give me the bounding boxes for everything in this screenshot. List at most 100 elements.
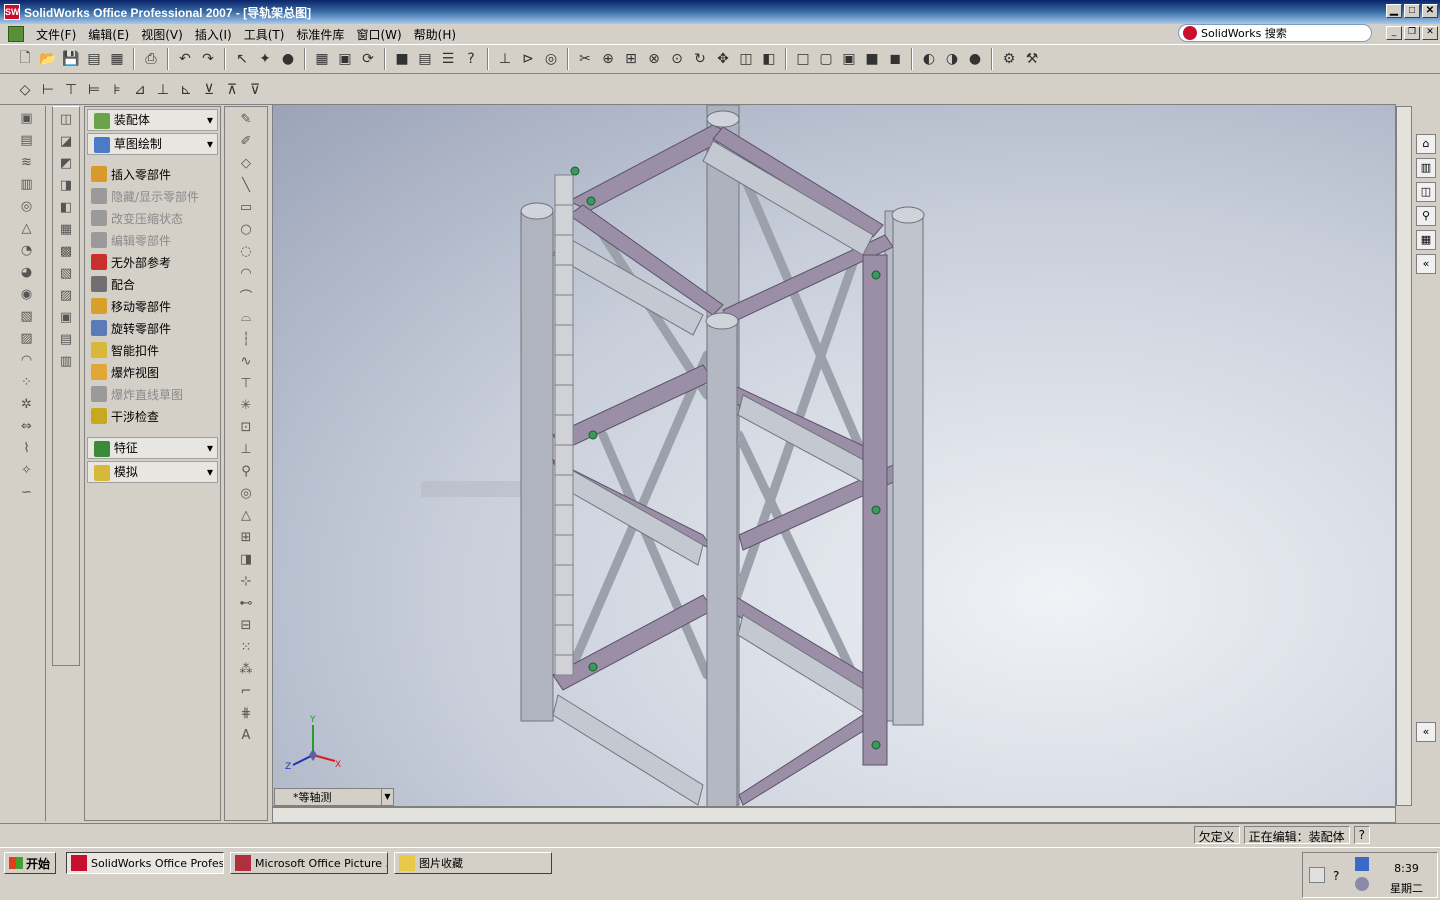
- options-icon[interactable]: ▣: [334, 48, 356, 70]
- ordinate-dimension-icon[interactable]: ⊧: [106, 79, 128, 101]
- feature-icon[interactable]: ⚒: [1021, 48, 1043, 70]
- mirror-entities-icon[interactable]: ◨: [235, 549, 257, 569]
- redo-icon[interactable]: ↷: [197, 48, 219, 70]
- shadows-icon[interactable]: ◐: [918, 48, 940, 70]
- document-icon[interactable]: [8, 26, 24, 42]
- taskbar-item-solidworks[interactable]: SolidWorks Office Profes...: [66, 852, 224, 874]
- move-entities-icon[interactable]: ⊹: [235, 571, 257, 591]
- line-icon[interactable]: ╲: [235, 175, 257, 195]
- surface-icon[interactable]: ◨: [55, 175, 77, 195]
- menu-edit[interactable]: 编辑(E): [82, 26, 135, 43]
- wireframe-icon[interactable]: □: [792, 48, 814, 70]
- close-button[interactable]: ✕: [1422, 4, 1438, 18]
- keyboard-icon[interactable]: [1309, 867, 1325, 883]
- wrap-icon[interactable]: ▨: [16, 328, 38, 348]
- menu-standard-library[interactable]: 标准件库: [290, 26, 350, 43]
- chevron-down-icon[interactable]: ▼: [381, 789, 393, 805]
- extend-icon[interactable]: ⊞: [235, 527, 257, 547]
- view-orientation-icon[interactable]: ◫: [735, 48, 757, 70]
- construction-geometry-icon[interactable]: ⋕: [235, 703, 257, 723]
- three-point-arc-icon[interactable]: ⌓: [235, 307, 257, 327]
- shell-icon[interactable]: ◉: [16, 284, 38, 304]
- design-library-icon[interactable]: ▥: [1416, 158, 1436, 178]
- rectangle-icon[interactable]: ▭: [235, 197, 257, 217]
- reference-geometry-icon[interactable]: ✧: [16, 460, 38, 480]
- smart-dimension-icon[interactable]: ◇: [14, 79, 36, 101]
- chamfer-icon[interactable]: ◕: [16, 262, 38, 282]
- 3d-sketch-icon[interactable]: ✐: [235, 131, 257, 151]
- sweep-icon[interactable]: ≋: [16, 152, 38, 172]
- fully-define-icon[interactable]: ⊾: [175, 79, 197, 101]
- command-item[interactable]: 隐藏/显示零部件: [85, 185, 220, 207]
- properties-icon[interactable]: ☰: [437, 48, 459, 70]
- features-tab[interactable]: 特征 ▾: [87, 437, 218, 459]
- search-icon[interactable]: [1183, 26, 1197, 40]
- spline-icon[interactable]: ∿: [235, 351, 257, 371]
- traffic-light-icon[interactable]: ●: [277, 48, 299, 70]
- baseline-dimension-icon[interactable]: ⊨: [83, 79, 105, 101]
- print-preview-icon[interactable]: ▤: [83, 48, 105, 70]
- zoom-area-icon[interactable]: ⊞: [620, 48, 642, 70]
- section-view-icon[interactable]: ✂: [574, 48, 596, 70]
- trim-icon[interactable]: △: [235, 505, 257, 525]
- command-item[interactable]: 插入零部件: [85, 163, 220, 185]
- fillet-icon[interactable]: ◔: [16, 240, 38, 260]
- sketch-tab[interactable]: 草图绘制 ▾: [87, 133, 218, 155]
- sheet-metal-icon[interactable]: ▦: [55, 219, 77, 239]
- linear-sketch-pattern-icon[interactable]: ⁙: [235, 637, 257, 657]
- command-item[interactable]: 移动零部件: [85, 295, 220, 317]
- linear-pattern-icon[interactable]: ⁘: [16, 372, 38, 392]
- file-explorer-icon[interactable]: ◫: [1416, 182, 1436, 202]
- home-icon[interactable]: ⌂: [1416, 134, 1436, 154]
- layout-icon[interactable]: ▤: [414, 48, 436, 70]
- command-item[interactable]: 旋转零部件: [85, 317, 220, 339]
- rebuild-icon[interactable]: ⟳: [357, 48, 379, 70]
- select-icon[interactable]: ↖: [231, 48, 253, 70]
- trim-extend-icon[interactable]: ▨: [55, 285, 77, 305]
- taskbar-item-my-pictures[interactable]: 图片收藏: [394, 852, 552, 874]
- minimize-button[interactable]: ▁: [1386, 4, 1402, 18]
- vertical-dimension-icon[interactable]: ⊤: [60, 79, 82, 101]
- text-icon[interactable]: A: [235, 725, 257, 745]
- cut-list-icon[interactable]: ▥: [55, 351, 77, 371]
- tray-help-icon[interactable]: ?: [1333, 869, 1339, 883]
- pan-icon[interactable]: ✥: [712, 48, 734, 70]
- doc-restore-button[interactable]: ❐: [1404, 26, 1420, 40]
- zoom-fit-icon[interactable]: ⊕: [597, 48, 619, 70]
- smart-dim-icon[interactable]: ◇: [235, 153, 257, 173]
- menu-file[interactable]: 文件(F): [30, 26, 82, 43]
- command-item[interactable]: 无外部参考: [85, 251, 220, 273]
- arc-icon[interactable]: ◠: [235, 263, 257, 283]
- extrude-icon[interactable]: ▣: [16, 108, 38, 128]
- geometric-relation-icon[interactable]: ⊥: [152, 79, 174, 101]
- hidden-lines-removed-icon[interactable]: ▣: [838, 48, 860, 70]
- zoom-in-out-icon[interactable]: ⊗: [643, 48, 665, 70]
- measure-icon[interactable]: ⊥: [494, 48, 516, 70]
- graphics-area[interactable]: Y X Z: [272, 104, 1396, 807]
- new-icon[interactable]: 🗋: [14, 48, 36, 70]
- collapse-icon[interactable]: «: [1416, 254, 1436, 274]
- select-filter-icon[interactable]: ✦: [254, 48, 276, 70]
- sketch-point-icon[interactable]: ✳: [235, 395, 257, 415]
- fillet-sketch-icon[interactable]: ⌐: [235, 681, 257, 701]
- tangent-arc-icon[interactable]: ⌒: [235, 285, 257, 305]
- revolve-icon[interactable]: ▤: [16, 130, 38, 150]
- weld-bead-icon[interactable]: ◩: [55, 153, 77, 173]
- shaded-edges-icon[interactable]: ■: [861, 48, 883, 70]
- rotate-entities-icon[interactable]: ⊷: [235, 593, 257, 613]
- print-icon[interactable]: ⎙: [140, 48, 162, 70]
- command-item[interactable]: 干涉检查: [85, 405, 220, 427]
- view-orientation-dropdown[interactable]: *等轴测 ▼: [274, 788, 394, 806]
- menu-window[interactable]: 窗口(W): [350, 26, 407, 43]
- appearance-icon[interactable]: ■: [391, 48, 413, 70]
- perimeter-circle-icon[interactable]: ◌: [235, 241, 257, 261]
- vertical-scrollbar[interactable]: [1396, 106, 1412, 806]
- simulation-tab[interactable]: 模拟 ▾: [87, 461, 218, 483]
- convert-entities-icon[interactable]: ◎: [235, 483, 257, 503]
- undo-icon[interactable]: ↶: [174, 48, 196, 70]
- horizontal-dimension-icon[interactable]: ⊢: [37, 79, 59, 101]
- centerline-icon[interactable]: ┆: [235, 329, 257, 349]
- curves-icon[interactable]: ∽: [16, 482, 38, 502]
- auto-dimension-icon[interactable]: ⊻: [198, 79, 220, 101]
- doc-minimize-button[interactable]: _: [1386, 26, 1402, 40]
